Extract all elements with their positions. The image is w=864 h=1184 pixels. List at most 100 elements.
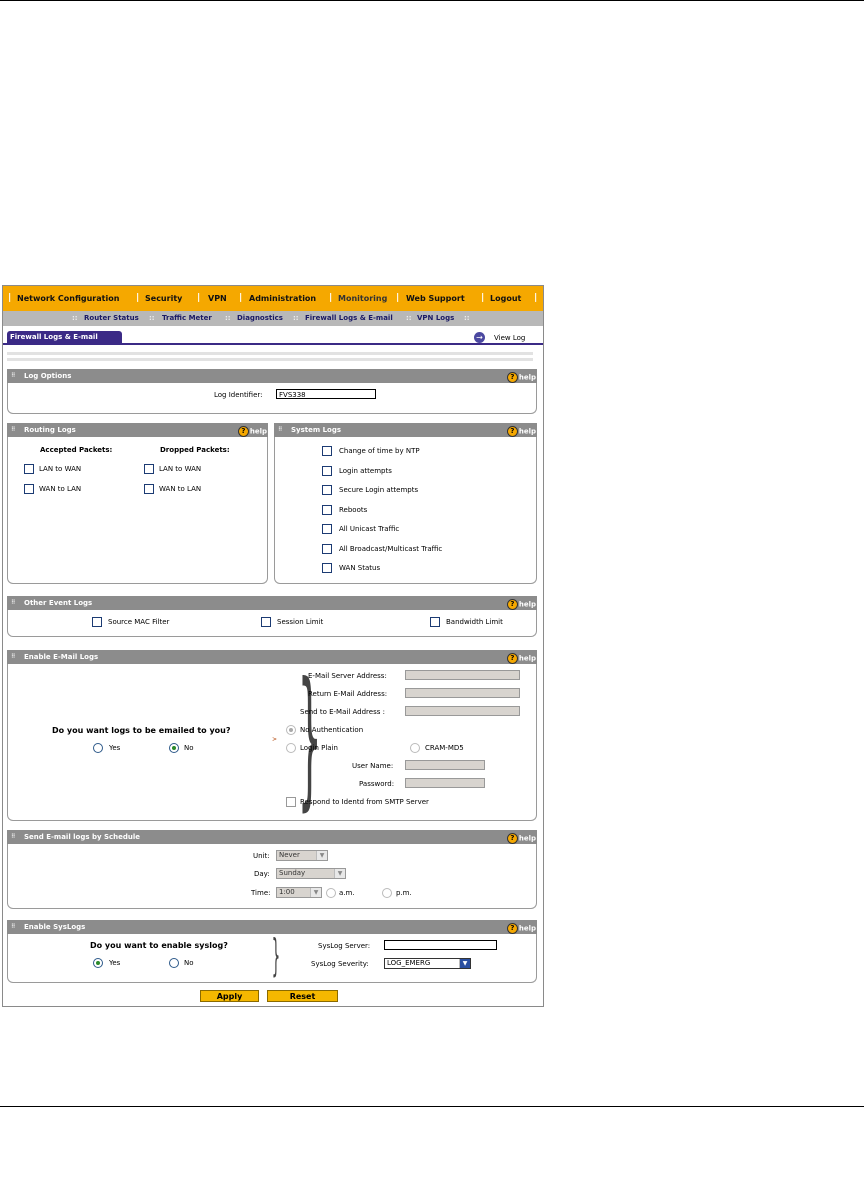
secure-login-attempts-checkbox[interactable] <box>322 485 332 495</box>
routing-logs-panel: Accepted Packets: Dropped Packets: LAN t… <box>7 437 268 584</box>
reboots-checkbox[interactable] <box>322 505 332 515</box>
syslog-yes-radio[interactable] <box>93 958 103 968</box>
am-radio[interactable] <box>326 888 336 898</box>
email-server-input[interactable] <box>405 670 520 680</box>
main-nav-bar: | Network Configuration | Security | VPN… <box>3 286 543 311</box>
checkbox-label: Reboots <box>339 506 368 514</box>
nav-separator: | <box>136 293 140 303</box>
help-label: help <box>518 654 536 663</box>
subnav-firewall-logs[interactable]: Firewall Logs & E-mail <box>305 314 393 322</box>
nav-separator: | <box>534 293 538 303</box>
return-email-input[interactable] <box>405 688 520 698</box>
nav-separator: | <box>481 293 485 303</box>
ntp-time-change-checkbox[interactable] <box>322 446 332 456</box>
no-auth-radio[interactable] <box>286 725 296 735</box>
identd-checkbox[interactable] <box>286 797 296 807</box>
nav-logout[interactable]: Logout <box>490 294 521 303</box>
password-input[interactable] <box>405 778 485 788</box>
time-label: Time: <box>251 889 271 897</box>
view-log-link[interactable]: View Log <box>494 334 525 342</box>
help-link[interactable]: ? help <box>506 833 536 844</box>
radio-label: CRAM-MD5 <box>425 744 464 752</box>
help-link[interactable]: ? help <box>506 923 536 934</box>
radio-label: p.m. <box>396 889 412 897</box>
nav-security[interactable]: Security <box>145 294 182 303</box>
dropped-lan-to-wan-checkbox[interactable] <box>144 464 154 474</box>
nav-separator: | <box>396 293 400 303</box>
login-attempts-checkbox[interactable] <box>322 466 332 476</box>
grip-icon: ⠿ <box>11 923 16 930</box>
syslog-severity-label: SysLog Severity: <box>311 960 369 968</box>
dropped-wan-to-lan-checkbox[interactable] <box>144 484 154 494</box>
wan-status-checkbox[interactable] <box>322 563 332 573</box>
nav-vpn[interactable]: VPN <box>208 294 227 303</box>
source-mac-filter-checkbox[interactable] <box>92 617 102 627</box>
unicast-traffic-checkbox[interactable] <box>322 524 332 534</box>
log-identifier-label: Log Identifier: <box>214 391 263 399</box>
checkbox-label: LAN to WAN <box>39 465 82 473</box>
day-select[interactable]: Sunday ▼ <box>276 868 346 879</box>
subnav-traffic-meter[interactable]: Traffic Meter <box>162 314 212 322</box>
checkbox-label: WAN Status <box>339 564 381 572</box>
chevron-down-icon: ▼ <box>334 869 345 878</box>
login-plain-radio[interactable] <box>286 743 296 753</box>
time-select[interactable]: 1:00 ▼ <box>276 887 322 898</box>
password-label: Password: <box>359 780 395 788</box>
help-link[interactable]: ? help <box>506 599 536 610</box>
syslog-no-radio[interactable] <box>169 958 179 968</box>
apply-button[interactable]: Apply <box>200 990 259 1002</box>
section-title: System Logs <box>291 426 342 434</box>
help-link[interactable]: ? help <box>506 426 536 437</box>
subnav-router-status[interactable]: Router Status <box>84 314 139 322</box>
help-icon: ? <box>237 426 249 437</box>
reset-button[interactable]: Reset <box>267 990 338 1002</box>
help-label: help <box>518 427 536 436</box>
syslog-server-input[interactable] <box>384 940 497 950</box>
email-yes-radio[interactable] <box>93 743 103 753</box>
arrow-right-circle-icon[interactable]: → <box>474 332 485 343</box>
session-limit-checkbox[interactable] <box>261 617 271 627</box>
unit-select[interactable]: Never ▼ <box>276 850 328 861</box>
help-link[interactable]: ? help <box>237 426 267 437</box>
subnav-diagnostics[interactable]: Diagnostics <box>237 314 283 322</box>
email-no-radio[interactable] <box>169 743 179 753</box>
username-input[interactable] <box>405 760 485 770</box>
broadcast-multicast-checkbox[interactable] <box>322 544 332 554</box>
accepted-lan-to-wan-checkbox[interactable] <box>24 464 34 474</box>
log-identifier-input[interactable]: FVS338 <box>276 389 376 399</box>
grip-icon: ⠿ <box>11 426 16 433</box>
syslog-severity-select[interactable]: LOG_EMERG ▼ <box>384 958 471 969</box>
nav-monitoring[interactable]: Monitoring <box>338 294 387 303</box>
nav-administration[interactable]: Administration <box>249 294 316 303</box>
grip-icon: ⠿ <box>11 653 16 660</box>
checkbox-label: Change of time by NTP <box>339 447 420 455</box>
nav-network-configuration[interactable]: Network Configuration <box>17 294 119 303</box>
sub-nav-bar: :: Router Status :: Traffic Meter :: Dia… <box>3 311 543 326</box>
pm-radio[interactable] <box>382 888 392 898</box>
help-label: help <box>518 373 536 382</box>
accepted-wan-to-lan-checkbox[interactable] <box>24 484 34 494</box>
divider <box>7 358 533 361</box>
username-label: User Name: <box>352 762 394 770</box>
severity-value: LOG_EMERG <box>387 959 431 967</box>
checkbox-label: Respond to Identd from SMTP Server <box>300 798 429 806</box>
help-link[interactable]: ? help <box>506 653 536 664</box>
bandwidth-limit-checkbox[interactable] <box>430 617 440 627</box>
cram-md5-radio[interactable] <box>410 743 420 753</box>
send-to-email-input[interactable] <box>405 706 520 716</box>
help-label: help <box>518 924 536 933</box>
subnav-separator: :: <box>293 314 299 322</box>
nav-web-support[interactable]: Web Support <box>406 294 465 303</box>
checkbox-label: All Broadcast/Multicast Traffic <box>339 545 443 553</box>
syslog-panel: Do you want to enable syslog? Yes No } S… <box>7 934 537 983</box>
unit-label: Unit: <box>253 852 270 860</box>
help-icon: ? <box>506 599 518 610</box>
help-link[interactable]: ? help <box>506 372 536 383</box>
section-title: Other Event Logs <box>24 599 93 607</box>
router-admin-window: | Network Configuration | Security | VPN… <box>2 285 544 1007</box>
pointer-icon: > <box>272 736 278 743</box>
subnav-vpn-logs[interactable]: VPN Logs <box>417 314 454 322</box>
day-value: Sunday <box>279 869 306 877</box>
day-label: Day: <box>254 870 270 878</box>
system-logs-panel: Change of time by NTP Login attempts Sec… <box>274 437 537 584</box>
